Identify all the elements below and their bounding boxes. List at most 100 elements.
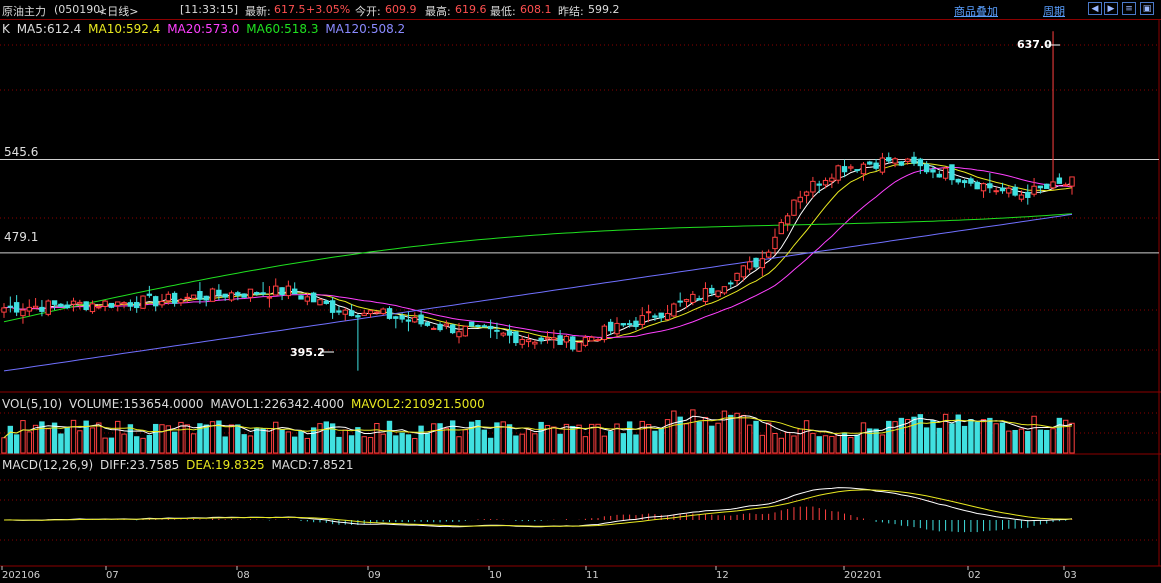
candle-body xyxy=(108,302,115,308)
volume-bar xyxy=(374,423,380,454)
candle-body xyxy=(412,317,418,323)
candle-body xyxy=(26,306,32,312)
candle-body xyxy=(589,336,595,342)
candle-body xyxy=(797,196,803,203)
volume-bar xyxy=(1044,429,1050,454)
candle-body xyxy=(949,164,955,181)
dea-line xyxy=(4,489,1072,527)
volume-bar xyxy=(1006,430,1012,454)
candle-body xyxy=(702,288,709,303)
candle-body xyxy=(538,337,544,342)
low-annotation: 395.2 xyxy=(290,346,325,359)
volume-bar xyxy=(961,425,968,454)
volume-bar xyxy=(1056,417,1063,454)
candle-body xyxy=(70,300,77,305)
volume-bar xyxy=(671,410,677,454)
volume-bar xyxy=(601,435,608,454)
volume-bar xyxy=(822,435,829,454)
volume-bar xyxy=(595,423,601,454)
volume-bar xyxy=(342,429,348,454)
candle-body xyxy=(152,296,159,307)
volume-bar xyxy=(816,436,822,454)
volume-bar xyxy=(734,412,740,454)
volume-bar xyxy=(538,421,544,454)
candle-body xyxy=(405,319,412,322)
volume-bar xyxy=(626,421,633,454)
candle-body xyxy=(462,325,469,337)
volume-bar xyxy=(254,427,260,454)
volume-bar xyxy=(203,424,209,454)
candle-body xyxy=(557,335,563,345)
volume-bar xyxy=(582,436,589,454)
candle-body xyxy=(532,341,538,345)
volume-bar xyxy=(437,423,443,454)
candle-body xyxy=(58,303,64,307)
candle-body xyxy=(721,286,728,294)
candle-body xyxy=(39,306,45,312)
candle-body xyxy=(886,157,892,162)
candle-body xyxy=(671,303,677,317)
candle-body xyxy=(393,316,399,319)
volume-bar xyxy=(380,433,386,454)
volume-bar xyxy=(241,434,247,454)
volume-bar xyxy=(146,434,153,454)
volume-bar xyxy=(860,422,867,454)
volume-bar xyxy=(260,428,266,454)
candle-body xyxy=(1031,185,1037,195)
volume-bar xyxy=(987,417,993,454)
candle-body xyxy=(216,289,222,296)
volume-bar xyxy=(58,433,64,454)
volume-bar xyxy=(456,436,462,454)
volume-bar xyxy=(803,420,810,454)
candle-body xyxy=(437,323,443,331)
candle-body xyxy=(298,295,304,300)
volume-bar xyxy=(134,436,140,454)
volume-bar xyxy=(999,422,1006,454)
volume-bar xyxy=(64,427,70,454)
volume-bar xyxy=(923,427,930,454)
volume-bar xyxy=(993,423,999,454)
volume-bar xyxy=(1069,422,1075,454)
candle-body xyxy=(500,332,506,336)
candle-body xyxy=(1006,187,1012,194)
volume-bar xyxy=(968,419,974,454)
candle-body xyxy=(273,285,279,296)
volume-bar xyxy=(279,429,285,454)
candle-body xyxy=(374,311,380,314)
candle-body xyxy=(784,215,791,225)
volume-bar xyxy=(829,435,835,454)
candle-body xyxy=(506,330,513,336)
candle-body xyxy=(260,292,266,295)
volume-bar xyxy=(285,431,292,454)
volume-bar xyxy=(886,420,892,454)
volume-bar xyxy=(683,423,690,454)
volume-bar xyxy=(715,422,721,454)
candle-body xyxy=(51,300,58,305)
candle-body xyxy=(513,331,519,344)
candle-body xyxy=(380,308,386,315)
candle-body xyxy=(361,312,367,316)
candle-body xyxy=(178,299,184,304)
volume-bar xyxy=(1031,415,1037,454)
volume-bar xyxy=(645,424,652,454)
candle-body xyxy=(475,325,481,328)
volume-bar xyxy=(159,424,165,454)
chart-canvas[interactable] xyxy=(0,0,1161,583)
volume-bar xyxy=(576,424,582,454)
candle-body xyxy=(241,293,247,298)
volume-bar xyxy=(393,435,399,454)
x-tick: 03 xyxy=(1064,570,1077,581)
volume-bar xyxy=(222,436,228,454)
volume-bar xyxy=(652,430,658,454)
candle-body xyxy=(64,304,70,309)
volume-bar xyxy=(273,421,279,454)
candle-body xyxy=(576,342,582,352)
candle-body xyxy=(544,337,551,340)
candle-body xyxy=(974,181,980,190)
volume-bar xyxy=(791,435,797,454)
volume-bar xyxy=(418,425,424,454)
candle-body xyxy=(968,178,974,184)
candle-body xyxy=(860,163,867,175)
volume-bar xyxy=(108,437,115,454)
volume-bar xyxy=(677,416,683,454)
